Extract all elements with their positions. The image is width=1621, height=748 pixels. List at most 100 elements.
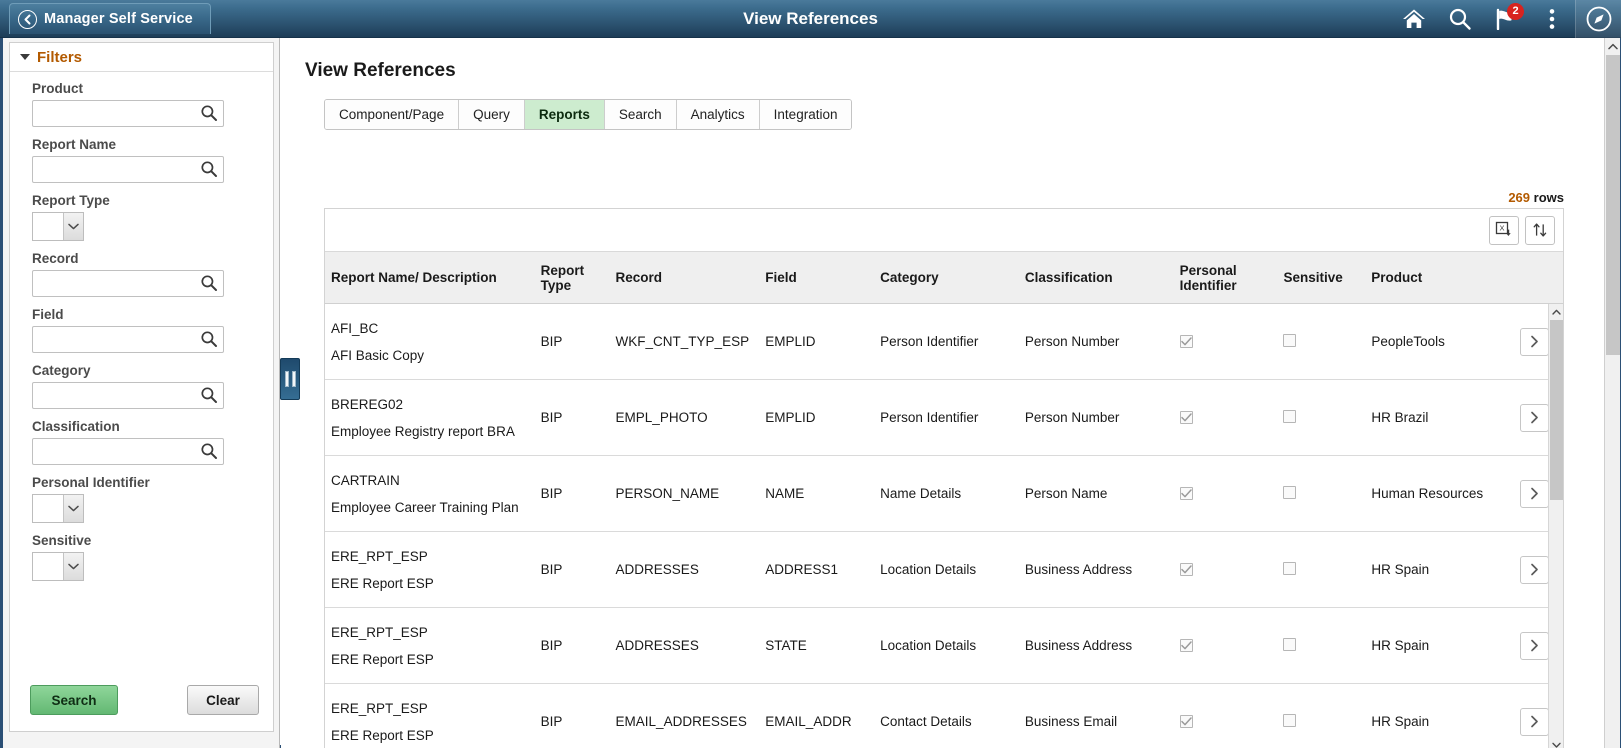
page-vertical-scrollbar[interactable] xyxy=(1604,38,1620,748)
classification-input[interactable] xyxy=(32,438,224,465)
grid-scroll-thumb[interactable] xyxy=(1550,320,1563,500)
page-header-title: View References xyxy=(743,9,878,28)
sensitive-checkbox[interactable] xyxy=(1283,409,1297,423)
column-header-report-type[interactable]: Report Type xyxy=(535,263,610,293)
report-name-input[interactable] xyxy=(32,156,224,183)
table-row[interactable]: ERE_RPT_ESP ERE Report ESP BIP EMAIL_ADD… xyxy=(325,684,1563,748)
kebab-menu-icon[interactable] xyxy=(1529,0,1575,38)
cell-record: ADDRESSES xyxy=(615,638,699,653)
search-icon[interactable] xyxy=(200,160,218,178)
category-input[interactable] xyxy=(32,382,224,409)
table-row[interactable]: CARTRAIN Employee Career Training Plan B… xyxy=(325,456,1563,532)
report-name: BREREG02 xyxy=(331,396,404,412)
chevron-right-icon[interactable] xyxy=(1519,479,1549,508)
chevron-right-icon[interactable] xyxy=(1519,555,1549,584)
column-header-personal-identifier[interactable]: Personal Identifier xyxy=(1174,263,1278,293)
cell-classification: Business Address xyxy=(1024,638,1133,653)
grid-toolbar: X xyxy=(325,209,1563,252)
personal-identifier-checkbox[interactable] xyxy=(1179,411,1193,424)
sensitive-select[interactable] xyxy=(32,552,84,581)
filter-group-category: Category xyxy=(32,363,273,409)
tab-query[interactable]: Query xyxy=(459,100,525,129)
search-icon[interactable] xyxy=(200,104,218,122)
clear-button[interactable]: Clear xyxy=(187,685,259,715)
chevron-down-icon[interactable] xyxy=(63,553,83,580)
table-row[interactable]: ERE_RPT_ESP ERE Report ESP BIP ADDRESSES… xyxy=(325,608,1563,684)
personal-identifier-checkbox[interactable] xyxy=(1179,563,1193,576)
field-input[interactable] xyxy=(32,326,224,353)
scroll-up-icon[interactable] xyxy=(1549,304,1563,319)
personal-identifier-checkbox[interactable] xyxy=(1179,335,1193,348)
search-icon[interactable] xyxy=(200,274,218,292)
column-header-product[interactable]: Product xyxy=(1365,270,1505,285)
personal-identifier-checkbox[interactable] xyxy=(1179,639,1193,652)
product-input[interactable] xyxy=(32,100,224,127)
sensitive-checkbox[interactable] xyxy=(1283,485,1297,499)
scroll-down-icon[interactable] xyxy=(1549,737,1563,748)
cell-sensitive xyxy=(1277,561,1365,578)
back-to-manager-self-service-button[interactable]: Manager Self Service xyxy=(9,3,211,34)
sensitive-checkbox[interactable] xyxy=(1283,333,1297,347)
search-icon[interactable] xyxy=(1437,0,1483,38)
search-icon[interactable] xyxy=(200,442,218,460)
tab-component-page[interactable]: Component/Page xyxy=(325,100,460,129)
report-description: ERE Report ESP xyxy=(331,651,434,667)
chevron-down-icon[interactable] xyxy=(63,213,83,240)
sort-updown-icon[interactable] xyxy=(1525,215,1555,245)
search-icon[interactable] xyxy=(200,386,218,404)
search-button[interactable]: Search xyxy=(30,685,118,715)
sensitive-checkbox[interactable] xyxy=(1283,637,1297,651)
excel-download-icon[interactable]: X xyxy=(1489,215,1519,245)
collapse-panel-handle-icon[interactable] xyxy=(280,358,300,400)
home-icon[interactable] xyxy=(1391,0,1437,38)
personal-identifier-checkbox[interactable] xyxy=(1179,487,1193,500)
tab-integration[interactable]: Integration xyxy=(759,100,852,129)
report-description: AFI Basic Copy xyxy=(331,347,425,363)
grid-vertical-scrollbar[interactable] xyxy=(1548,304,1563,748)
personal-identifier-select[interactable] xyxy=(32,494,84,523)
filters-title: Filters xyxy=(37,48,83,66)
column-header-field[interactable]: Field xyxy=(759,270,874,285)
column-header-category[interactable]: Category xyxy=(874,270,1019,285)
page-scroll-thumb[interactable] xyxy=(1606,55,1620,355)
report-type-select[interactable] xyxy=(32,212,84,241)
cell-field: NAME xyxy=(765,486,805,501)
cell-report-name: ERE_RPT_ESP ERE Report ESP xyxy=(325,625,535,667)
column-header-record[interactable]: Record xyxy=(610,270,760,285)
notification-flag-icon[interactable]: 2 xyxy=(1483,0,1529,38)
chevron-right-icon[interactable] xyxy=(1519,403,1549,432)
column-header-sensitive[interactable]: Sensitive xyxy=(1277,270,1365,285)
sensitive-checkbox[interactable] xyxy=(1283,561,1297,575)
chevron-down-icon[interactable] xyxy=(63,495,83,522)
filter-label-sensitive: Sensitive xyxy=(32,533,92,548)
cell-personal-identifier xyxy=(1174,714,1278,729)
cell-product: HR Brazil xyxy=(1371,410,1429,425)
cell-product: Human Resources xyxy=(1371,486,1484,501)
chevron-right-icon[interactable] xyxy=(1519,707,1549,736)
chevron-left-icon xyxy=(18,9,37,29)
collapse-caret-icon[interactable] xyxy=(20,54,30,60)
tab-analytics[interactable]: Analytics xyxy=(676,100,760,129)
filter-group-record: Record xyxy=(32,251,273,297)
filter-group-report-type: Report Type xyxy=(32,193,273,241)
navbar-compass-icon[interactable] xyxy=(1575,0,1621,38)
search-icon[interactable] xyxy=(200,330,218,348)
tab-search[interactable]: Search xyxy=(604,100,677,129)
header-icon-group: 2 xyxy=(1391,0,1621,38)
record-input[interactable] xyxy=(32,270,224,297)
cell-product: HR Spain xyxy=(1371,638,1430,653)
filters-header[interactable]: Filters xyxy=(10,43,273,72)
chevron-right-icon[interactable] xyxy=(1519,327,1549,356)
column-header-classification[interactable]: Classification xyxy=(1019,270,1174,285)
table-row[interactable]: AFI_BC AFI Basic Copy BIP WKF_CNT_TYP_ES… xyxy=(325,304,1563,380)
cell-category: Person Identifier xyxy=(880,410,979,425)
scroll-up-icon[interactable] xyxy=(1605,38,1620,54)
chevron-right-icon[interactable] xyxy=(1519,631,1549,660)
cell-personal-identifier xyxy=(1174,410,1278,425)
table-row[interactable]: ERE_RPT_ESP ERE Report ESP BIP ADDRESSES… xyxy=(325,532,1563,608)
table-row[interactable]: BREREG02 Employee Registry report BRA BI… xyxy=(325,380,1563,456)
personal-identifier-checkbox[interactable] xyxy=(1179,715,1193,728)
sensitive-checkbox[interactable] xyxy=(1283,713,1297,727)
tab-reports[interactable]: Reports xyxy=(524,100,605,129)
column-header-report-name[interactable]: Report Name/ Description xyxy=(325,270,535,285)
